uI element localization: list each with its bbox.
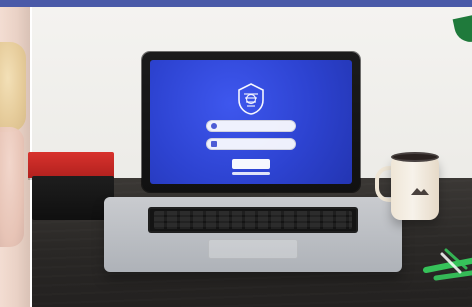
black-book [32, 176, 114, 220]
username-field[interactable] [206, 120, 296, 132]
laptop-screen [150, 60, 352, 184]
enamel-mug [375, 152, 449, 222]
forgot-password-link[interactable] [232, 172, 270, 175]
red-book [28, 152, 114, 178]
book-stack [28, 152, 116, 222]
keyboard [148, 207, 358, 233]
mountain-svg [411, 188, 429, 195]
skin-region [0, 127, 24, 247]
laptop-lid [142, 52, 360, 192]
laptop-base [104, 197, 402, 272]
photo-scene [0, 0, 472, 307]
top-bar [0, 0, 472, 7]
pens-svg [423, 248, 472, 281]
shield-logo-svg [238, 83, 264, 115]
password-field[interactable] [206, 138, 296, 150]
hair-region [0, 42, 26, 132]
laptop [104, 52, 402, 272]
mountain-icon [411, 182, 429, 195]
keycaps [154, 211, 352, 229]
trackpad [208, 239, 298, 259]
mug-rim [391, 152, 439, 162]
login-button[interactable] [232, 159, 270, 169]
pens [420, 232, 472, 292]
lock-icon [211, 141, 217, 147]
user-icon [211, 123, 217, 129]
shield-logo-icon [234, 82, 268, 116]
